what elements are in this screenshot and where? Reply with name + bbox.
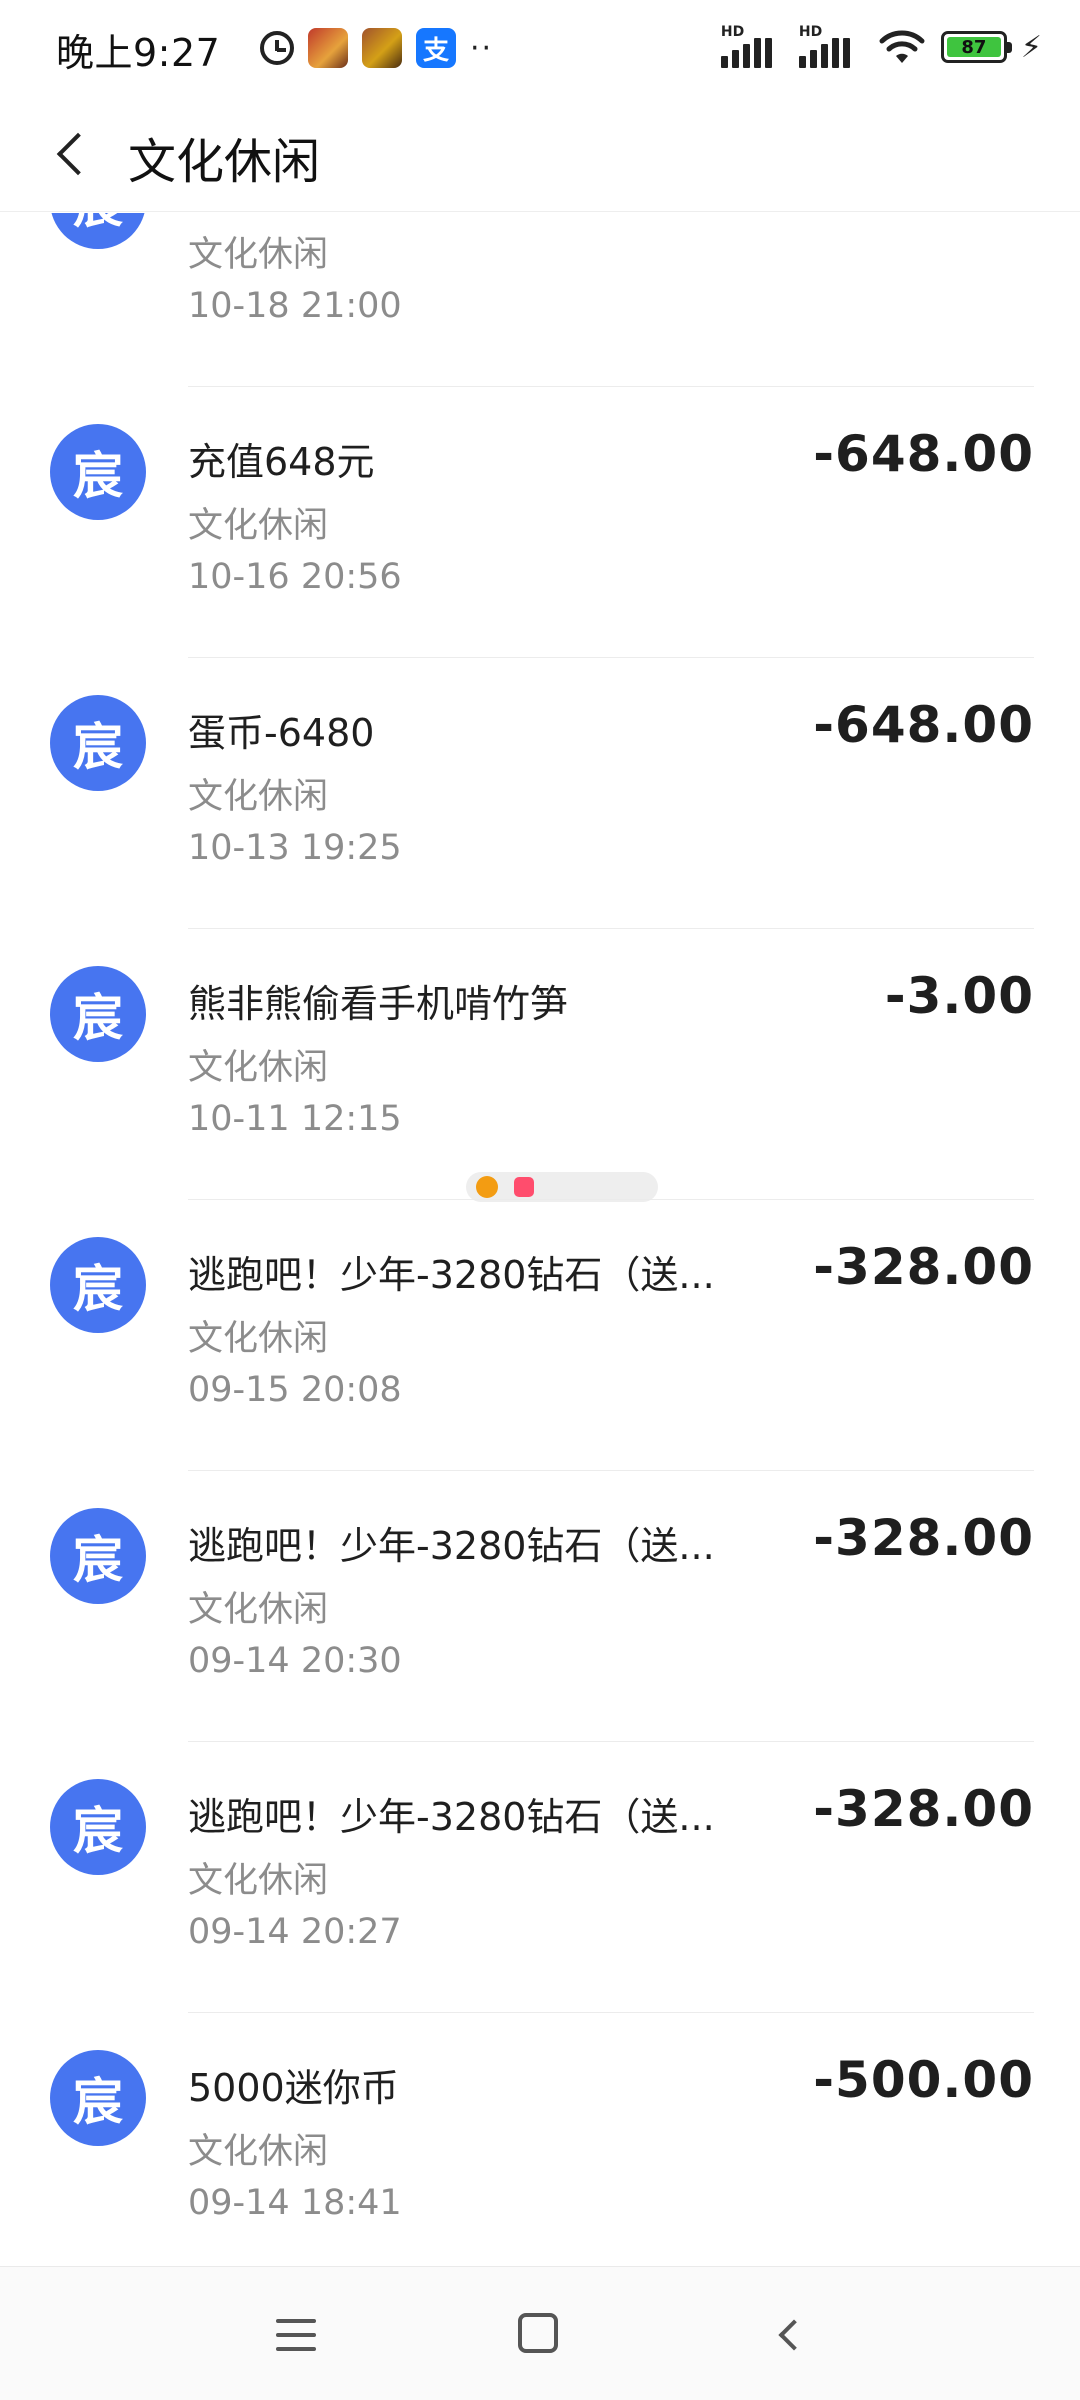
transaction-time: 10-11 12:15 xyxy=(188,1099,402,1139)
transaction-time: 09-14 20:27 xyxy=(188,1912,402,1952)
transaction-title: 逃跑吧！少年-3280钻石（送... xyxy=(188,1253,715,1297)
transaction-list[interactable]: 宸 文化休闲 10-18 21:00 宸 充值648元 文化休闲 10-16 2… xyxy=(0,213,1080,2263)
chevron-left-icon xyxy=(56,132,100,176)
merchant-avatar: 宸 xyxy=(50,424,146,520)
back-icon[interactable] xyxy=(770,2315,810,2355)
transaction-category: 文化休闲 xyxy=(188,777,329,817)
transaction-title: 5000迷你币 xyxy=(188,2066,399,2110)
signal-icon-1: HD xyxy=(720,24,785,68)
transaction-row[interactable]: 宸 逃跑吧！少年-3280钻石（送... 文化休闲 09-14 20:27 -3… xyxy=(0,1742,1080,2013)
transaction-category: 文化休闲 xyxy=(188,1319,329,1359)
charging-icon: ⚡ xyxy=(1020,29,1042,65)
watermark-logo-icon xyxy=(476,1176,498,1198)
transaction-category: 文化休闲 xyxy=(188,1048,329,1088)
transaction-category: 文化休闲 xyxy=(188,1861,329,1901)
menu-icon[interactable] xyxy=(272,2311,320,2359)
page-title: 文化休闲 xyxy=(128,134,321,190)
transaction-amount: -328.00 xyxy=(813,1780,1034,1838)
transaction-category: 文化休闲 xyxy=(188,2132,329,2172)
game-app-icon-2 xyxy=(362,28,402,68)
alipay-icon: 支 xyxy=(416,28,456,68)
transaction-amount: -648.00 xyxy=(813,696,1034,754)
transaction-amount: -328.00 xyxy=(813,1509,1034,1567)
transaction-title: 熊非熊偷看手机啃竹笋 xyxy=(188,982,569,1026)
chevron-left-icon xyxy=(778,2319,810,2351)
app-header: 文化休闲 xyxy=(0,96,1080,212)
transaction-time: 09-14 18:41 xyxy=(188,2183,402,2223)
transaction-amount: -328.00 xyxy=(813,1238,1034,1296)
merchant-avatar: 宸 xyxy=(50,2050,146,2146)
alarm-icon xyxy=(260,31,294,65)
transaction-time: 10-13 19:25 xyxy=(188,828,402,868)
transaction-category: 文化休闲 xyxy=(188,506,329,546)
wifi-icon xyxy=(879,30,925,63)
battery-level: 87 xyxy=(946,37,1001,58)
transaction-row[interactable]: 宸 5000迷你币 文化休闲 09-14 18:41 -500.00 xyxy=(0,2013,1080,2263)
status-bar: 晚上9:27 支 ·· HD HD 87 ⚡ xyxy=(0,0,1080,96)
transaction-row[interactable]: 宸 熊非熊偷看手机啃竹笋 文化休闲 10-11 12:15 -3.00 xyxy=(0,929,1080,1200)
transaction-category: 文化休闲 xyxy=(188,235,329,275)
transaction-time: 10-18 21:00 xyxy=(188,286,402,326)
transaction-title: 充值648元 xyxy=(188,440,375,484)
transaction-row[interactable]: 宸 逃跑吧！少年-3280钻石（送... 文化休闲 09-14 20:30 -3… xyxy=(0,1471,1080,1742)
watermark xyxy=(466,1172,658,1202)
signal-icon-2: HD xyxy=(798,24,863,68)
transaction-title: 逃跑吧！少年-3280钻石（送... xyxy=(188,1524,715,1568)
transaction-category: 文化休闲 xyxy=(188,1590,329,1630)
merchant-avatar: 宸 xyxy=(50,1508,146,1604)
transaction-row[interactable]: 宸 充值648元 文化休闲 10-16 20:56 -648.00 xyxy=(0,387,1080,658)
merchant-avatar: 宸 xyxy=(50,695,146,791)
transaction-time: 10-16 20:56 xyxy=(188,557,402,597)
transaction-row[interactable]: 宸 逃跑吧！少年-3280钻石（送... 文化休闲 09-15 20:08 -3… xyxy=(0,1200,1080,1471)
system-icons: HD HD 87 ⚡ xyxy=(720,24,1042,68)
home-icon[interactable] xyxy=(518,2313,558,2353)
transaction-row[interactable]: 宸 蛋币-6480 文化休闲 10-13 19:25 -648.00 xyxy=(0,658,1080,929)
status-time: 晚上9:27 xyxy=(56,31,221,75)
transaction-row[interactable]: 宸 文化休闲 10-18 21:00 xyxy=(0,213,1080,387)
transaction-time: 09-15 20:08 xyxy=(188,1370,402,1410)
transaction-title: 逃跑吧！少年-3280钻石（送... xyxy=(188,1795,715,1839)
merchant-avatar: 宸 xyxy=(50,213,146,249)
transaction-amount: -500.00 xyxy=(813,2051,1034,2109)
merchant-avatar: 宸 xyxy=(50,966,146,1062)
back-button[interactable] xyxy=(40,122,104,186)
more-notifications-icon: ·· xyxy=(470,30,494,66)
game-app-icon xyxy=(308,28,348,68)
battery-icon: 87 xyxy=(940,31,1012,63)
system-nav-bar xyxy=(0,2266,1080,2400)
merchant-avatar: 宸 xyxy=(50,1237,146,1333)
merchant-avatar: 宸 xyxy=(50,1779,146,1875)
transaction-time: 09-14 20:30 xyxy=(188,1641,402,1681)
screen: 晚上9:27 支 ·· HD HD 87 ⚡ 文化休闲 文化休闲 10-18 2… xyxy=(0,0,1080,2400)
watermark-logo-2-icon xyxy=(514,1177,534,1197)
transaction-amount: -648.00 xyxy=(813,425,1034,483)
transaction-amount: -3.00 xyxy=(884,967,1034,1025)
notification-icons: 支 ·· xyxy=(260,28,493,68)
transaction-title: 蛋币-6480 xyxy=(188,711,375,755)
